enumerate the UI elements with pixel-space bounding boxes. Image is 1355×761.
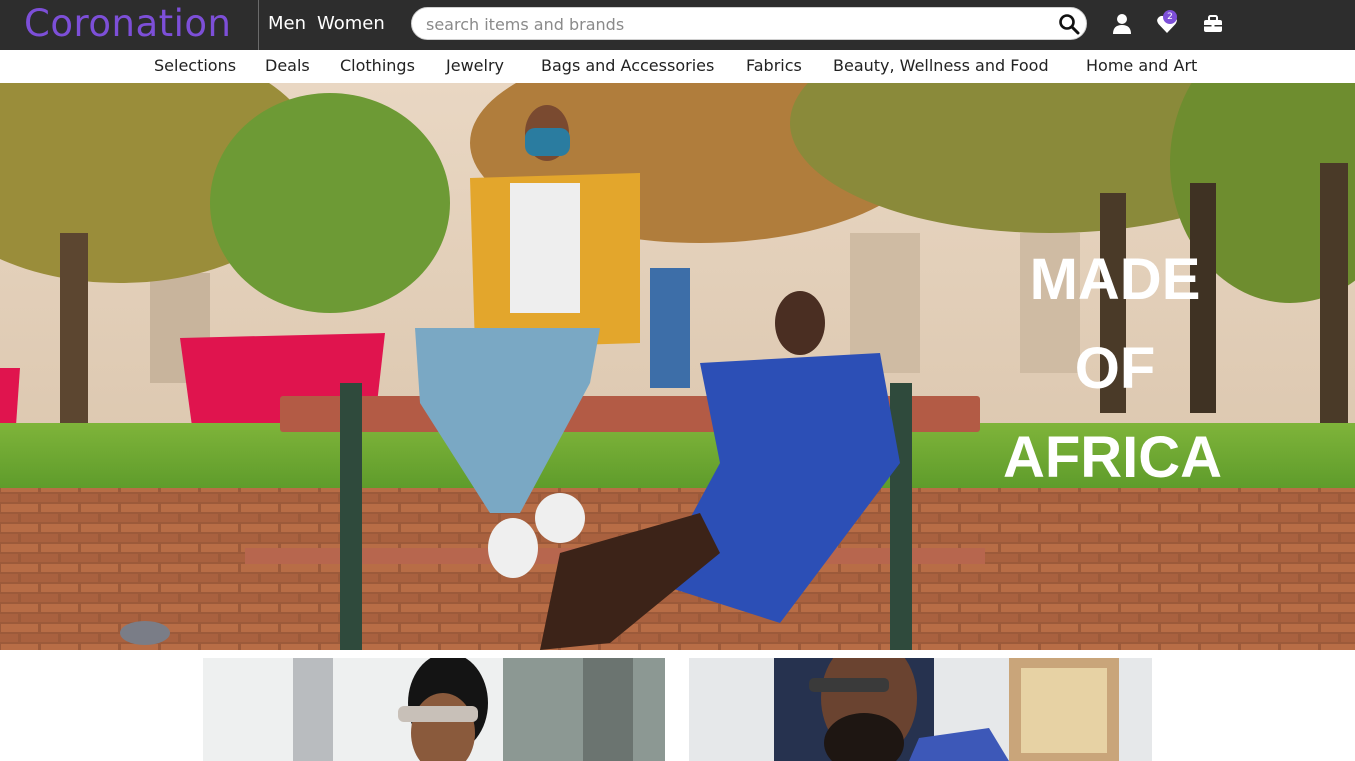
hero-title-line-1: MADE (1029, 247, 1201, 312)
category-nav: Selections Deals Clothings Jewelry Bags … (0, 50, 1355, 84)
search-bar (411, 7, 1087, 40)
search-icon[interactable] (1058, 13, 1080, 35)
women-tile-photo (203, 658, 665, 761)
hero-banner[interactable]: MADE OF AFRICA (0, 83, 1355, 650)
hero-title-line-2: OF (1074, 336, 1156, 401)
wishlist-count-badge: 2 (1163, 10, 1177, 24)
category-tile-men[interactable] (689, 658, 1152, 761)
briefcase-icon[interactable] (1202, 12, 1224, 36)
user-icon[interactable] (1111, 12, 1133, 36)
nav-item-jewelry[interactable]: Jewelry (446, 57, 504, 75)
logo[interactable]: Coronation (24, 2, 232, 46)
tab-men[interactable]: Men (268, 13, 306, 35)
nav-item-clothings[interactable]: Clothings (340, 57, 415, 75)
nav-item-bags-accessories[interactable]: Bags and Accessories (541, 57, 714, 75)
nav-item-beauty-wellness-food[interactable]: Beauty, Wellness and Food (833, 57, 1049, 75)
top-bar: Coronation Men Women 2 (0, 0, 1355, 50)
search-input[interactable] (426, 12, 1046, 36)
nav-item-selections[interactable]: Selections (154, 57, 236, 75)
nav-item-deals[interactable]: Deals (265, 57, 310, 75)
category-tile-women[interactable] (203, 658, 665, 761)
hero-title-line-3: AFRICA (1002, 425, 1223, 490)
tab-women[interactable]: Women (317, 13, 385, 35)
divider (258, 0, 259, 50)
men-tile-photo (689, 658, 1152, 761)
nav-item-fabrics[interactable]: Fabrics (746, 57, 802, 75)
nav-item-home-art[interactable]: Home and Art (1086, 57, 1197, 75)
